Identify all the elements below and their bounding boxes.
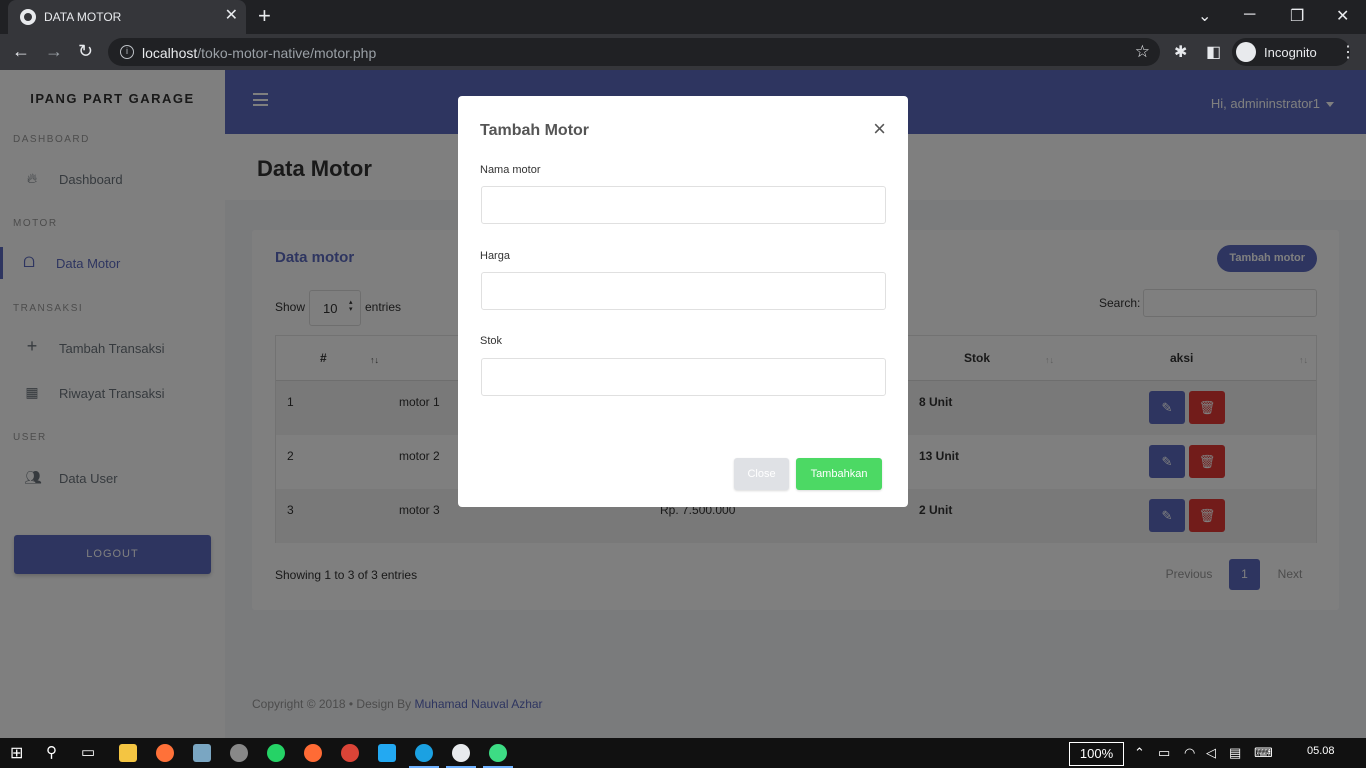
add-motor-modal: Tambah Motor × Nama motor Harga Stok Clo… bbox=[458, 96, 908, 507]
incognito-badge[interactable]: Incognito bbox=[1232, 38, 1350, 66]
incognito-label: Incognito bbox=[1264, 45, 1317, 60]
harga-input[interactable] bbox=[481, 272, 886, 310]
kebab-menu-icon[interactable]: ⋮ bbox=[1340, 42, 1356, 62]
vscode-icon[interactable] bbox=[378, 744, 396, 762]
battery-icon[interactable]: ▭ bbox=[1158, 745, 1170, 761]
incognito-icon bbox=[1236, 42, 1256, 62]
wifi-icon[interactable]: ◠ bbox=[1184, 745, 1195, 761]
search-icon[interactable]: ⚲ bbox=[46, 743, 57, 761]
browser-tab-strip: DATA MOTOR ✕ + ⌄ ─ ❐ ✕ bbox=[0, 0, 1366, 34]
restore-icon[interactable]: ❐ bbox=[1290, 6, 1304, 26]
tab-search-icon[interactable]: ⌄ bbox=[1198, 6, 1211, 26]
extensions-icon[interactable]: ✱ bbox=[1174, 42, 1187, 62]
submit-button[interactable]: Tambahkan bbox=[796, 458, 882, 490]
postman-icon[interactable] bbox=[304, 744, 322, 762]
new-tab-button[interactable]: + bbox=[258, 5, 271, 27]
keyboard-icon[interactable]: ⌨ bbox=[1254, 745, 1273, 761]
close-button[interactable]: Close bbox=[734, 458, 789, 490]
info-icon[interactable]: i bbox=[120, 45, 134, 59]
network-app-icon[interactable] bbox=[193, 744, 211, 762]
task-view-icon[interactable]: ▭ bbox=[81, 743, 95, 761]
forward-icon[interactable]: → bbox=[45, 42, 63, 60]
windows-taskbar: ⊞ ⚲ ▭ 100% ⌃ ▭ ◠ ◁ ▤ ⌨ 05.08 bbox=[0, 738, 1366, 768]
android-studio-icon[interactable] bbox=[489, 744, 507, 762]
globe-icon bbox=[20, 9, 36, 25]
harga-label: Harga bbox=[480, 250, 510, 262]
nama-motor-input[interactable] bbox=[481, 186, 886, 224]
clock[interactable]: 05.08 bbox=[1307, 745, 1335, 757]
reload-icon[interactable]: ↻ bbox=[78, 42, 93, 60]
stok-input[interactable] bbox=[481, 358, 886, 396]
gaming-app-icon[interactable] bbox=[230, 744, 248, 762]
file-explorer-icon[interactable] bbox=[119, 744, 137, 762]
close-icon[interactable]: × bbox=[873, 118, 886, 140]
browser-toolbar: ← → ↻ i localhost/toko-motor-native/moto… bbox=[0, 34, 1366, 70]
zoom-level[interactable]: 100% bbox=[1069, 742, 1124, 766]
nama-motor-label: Nama motor bbox=[480, 164, 541, 176]
modal-title: Tambah Motor bbox=[480, 122, 590, 139]
url-text[interactable]: localhost/toko-motor-native/motor.php bbox=[142, 45, 376, 61]
minimize-icon[interactable]: ─ bbox=[1244, 6, 1255, 24]
stok-label: Stok bbox=[480, 335, 503, 347]
window-close-icon[interactable]: ✕ bbox=[1336, 6, 1349, 26]
tab-title: DATA MOTOR bbox=[44, 10, 122, 24]
chrome-incognito-icon[interactable] bbox=[452, 744, 470, 762]
whatsapp-icon[interactable] bbox=[267, 744, 285, 762]
firefox-icon[interactable] bbox=[156, 744, 174, 762]
browser-tab[interactable]: DATA MOTOR ✕ bbox=[8, 0, 246, 34]
chat-icon[interactable]: ▤ bbox=[1229, 745, 1241, 761]
side-panel-icon[interactable]: ◧ bbox=[1206, 42, 1221, 62]
chrome-icon[interactable] bbox=[341, 744, 359, 762]
back-icon[interactable]: ← bbox=[12, 42, 30, 60]
volume-icon[interactable]: ◁ bbox=[1206, 745, 1216, 761]
close-tab-icon[interactable]: ✕ bbox=[225, 7, 238, 25]
chevron-up-icon[interactable]: ⌃ bbox=[1134, 745, 1145, 761]
bookmark-star-icon[interactable]: ☆ bbox=[1135, 42, 1150, 62]
browser-app-icon[interactable] bbox=[415, 744, 433, 762]
windows-start-icon[interactable]: ⊞ bbox=[10, 743, 23, 763]
address-bar[interactable]: i localhost/toko-motor-native/motor.php … bbox=[108, 38, 1160, 66]
